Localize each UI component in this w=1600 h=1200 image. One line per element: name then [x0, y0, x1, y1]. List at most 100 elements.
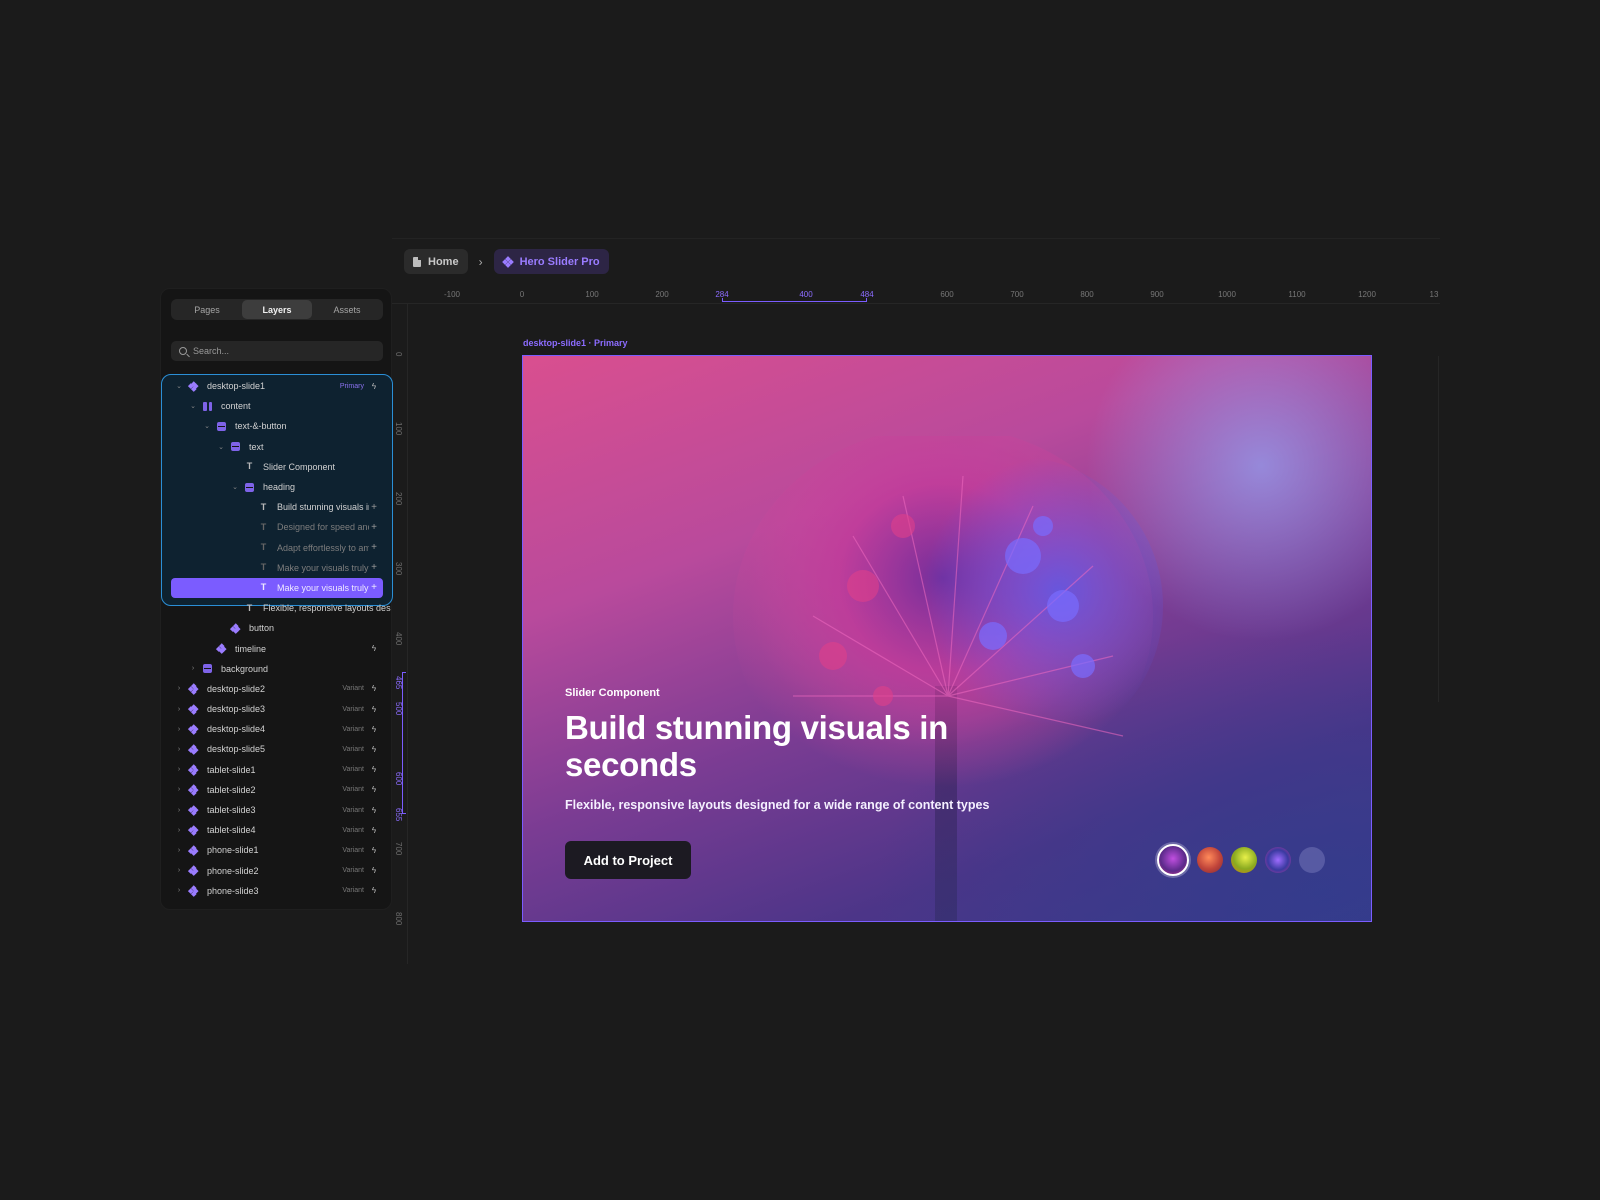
chevron-right-icon[interactable]: › [189, 665, 197, 672]
chevron-right-icon[interactable]: › [175, 766, 183, 773]
layer-row[interactable]: › tablet-slide2 Variant ϟ [161, 780, 393, 800]
text-icon: T [260, 542, 267, 553]
ruler-top[interactable]: -100 0 100 200 284 400 484 600 700 800 900 1000 1100… [392, 288, 1440, 304]
component-icon [230, 623, 241, 634]
component-icon [188, 703, 199, 715]
plus-icon[interactable]: + [369, 582, 379, 593]
bolt-icon[interactable]: ϟ [369, 725, 379, 734]
plus-icon[interactable]: + [369, 542, 379, 553]
chevron-right-icon[interactable]: › [175, 847, 183, 854]
layer-label: tablet-slide1 [207, 764, 256, 775]
layer-row[interactable]: ⌄ text-&-button [161, 416, 393, 436]
ruler-tick: 600 [940, 290, 954, 299]
layer-row[interactable]: › tablet-slide1 Variant ϟ [161, 760, 393, 780]
chevron-down-icon[interactable]: ⌄ [175, 382, 183, 390]
tab-assets[interactable]: Assets [312, 300, 382, 319]
layer-row[interactable]: › background [161, 659, 393, 679]
ruler-tick: 100 [585, 290, 599, 299]
chevron-right-icon[interactable]: › [175, 887, 183, 894]
layer-tag: Variant [342, 766, 364, 774]
thumbnail-blue-flower[interactable] [1265, 847, 1291, 873]
layer-row[interactable]: › desktop-slide4 Variant ϟ [161, 719, 393, 739]
bolt-icon[interactable]: ϟ [369, 886, 379, 895]
frame-label[interactable]: desktop-slide1 · Primary [523, 338, 628, 348]
bolt-icon[interactable]: ϟ [369, 684, 379, 693]
bolt-icon[interactable]: ϟ [369, 866, 379, 875]
flower-image [733, 436, 1163, 921]
thumbnail-yellow-leaf[interactable] [1231, 847, 1257, 873]
layer-row[interactable]: ⌄ content [161, 396, 393, 416]
layer-row[interactable]: ›TMake your visuals truly+ [161, 558, 393, 578]
component-icon [501, 255, 514, 268]
chevron-down-icon[interactable]: ⌄ [231, 483, 239, 491]
bolt-icon[interactable]: ϟ [369, 382, 379, 391]
bolt-icon[interactable]: ϟ [369, 705, 379, 714]
stack-icon [203, 664, 212, 674]
chevron-right-icon[interactable]: › [175, 867, 183, 874]
ruler-tick: 1200 [1358, 290, 1376, 299]
chevron-right-icon[interactable]: › [175, 746, 183, 753]
bolt-icon[interactable]: ϟ [369, 806, 379, 815]
layer-row[interactable]: ›TBuild stunning visuals ir+ [161, 497, 393, 517]
chevron-down-icon[interactable]: ⌄ [203, 422, 211, 430]
layer-row[interactable]: ›timelineϟ [161, 638, 393, 658]
layer-tag: Variant [342, 705, 364, 713]
layer-row[interactable]: ⌄ desktop-slide1 Primary ϟ [161, 376, 393, 396]
layer-row[interactable]: ›TDesigned for speed and+ [161, 517, 393, 537]
layer-row[interactable]: › phone-slide3 Variant ϟ [161, 881, 393, 901]
layer-row[interactable]: › desktop-slide2 Variant ϟ [161, 679, 393, 699]
chevron-right-icon[interactable]: › [175, 786, 183, 793]
layer-row[interactable]: ⌄ text [161, 437, 393, 457]
chevron-right-icon[interactable]: › [175, 827, 183, 834]
layer-row[interactable]: ›TSlider Component [161, 457, 393, 477]
layer-row[interactable]: ›TMake your visuals truly+ [161, 577, 393, 599]
breadcrumb-home[interactable]: Home [404, 249, 468, 274]
bolt-icon[interactable]: ϟ [369, 644, 379, 653]
slide-description[interactable]: Flexible, responsive layouts designed fo… [565, 798, 989, 812]
layer-label: Make your visuals truly [277, 582, 369, 593]
layer-row[interactable]: › desktop-slide3 Variant ϟ [161, 699, 393, 719]
breadcrumb-current[interactable]: Hero Slider Pro [493, 249, 609, 274]
layer-row[interactable]: › tablet-slide3 Variant ϟ [161, 800, 393, 820]
text-icon: T [260, 582, 267, 593]
layer-label: Designed for speed and [277, 522, 369, 533]
add-to-project-button[interactable]: Add to Project [565, 841, 691, 879]
thumbnail-purple-flower[interactable] [1157, 844, 1189, 876]
chevron-right-icon[interactable]: › [175, 685, 183, 692]
plus-icon[interactable]: + [369, 562, 379, 573]
slide-thumbnails [1157, 844, 1325, 876]
slide-subheading[interactable]: Slider Component [565, 687, 660, 699]
layer-label: Build stunning visuals ir [277, 502, 369, 513]
bolt-icon[interactable]: ϟ [369, 826, 379, 835]
chevron-right-icon[interactable]: › [175, 726, 183, 733]
layer-row[interactable]: ›button [161, 618, 393, 638]
bolt-icon[interactable]: ϟ [369, 846, 379, 855]
chevron-down-icon[interactable]: ⌄ [189, 402, 197, 410]
slide-heading[interactable]: Build stunning visuals in seconds [565, 709, 1005, 783]
tab-layers[interactable]: Layers [242, 300, 312, 319]
layer-row[interactable]: › phone-slide1 Variant ϟ [161, 840, 393, 860]
layer-row[interactable]: ⌄ heading [161, 477, 393, 497]
ruler-left[interactable]: 0 100 200 300 400 465 500 600 655 700 800 [392, 304, 408, 964]
chevron-right-icon[interactable]: › [175, 807, 183, 814]
thumbnail-empty[interactable] [1299, 847, 1325, 873]
tab-pages[interactable]: Pages [172, 300, 242, 319]
layer-row[interactable]: ›TFlexible, responsive layouts des [161, 598, 393, 618]
layer-row[interactable]: › tablet-slide4 Variant ϟ [161, 820, 393, 840]
chevron-right-icon[interactable]: › [175, 706, 183, 713]
bolt-icon[interactable]: ϟ [369, 745, 379, 754]
chevron-down-icon[interactable]: ⌄ [217, 443, 225, 451]
bolt-icon[interactable]: ϟ [369, 785, 379, 794]
plus-icon[interactable]: + [369, 522, 379, 533]
layer-row[interactable]: › desktop-slide5 Variant ϟ [161, 739, 393, 759]
layer-row[interactable]: › phone-slide2 Variant ϟ [161, 861, 393, 881]
breadcrumb-current-label: Hero Slider Pro [519, 255, 600, 268]
plus-icon[interactable]: + [369, 502, 379, 513]
slide-frame[interactable]: Slider Component Build stunning visuals … [522, 355, 1372, 922]
thumbnail-orange-flower[interactable] [1197, 847, 1223, 873]
search-input[interactable] [193, 346, 373, 356]
layer-row[interactable]: ›TAdapt effortlessly to am+ [161, 538, 393, 558]
ruler-tick: 200 [655, 290, 669, 299]
bolt-icon[interactable]: ϟ [369, 765, 379, 774]
layer-label: tablet-slide4 [207, 825, 256, 836]
